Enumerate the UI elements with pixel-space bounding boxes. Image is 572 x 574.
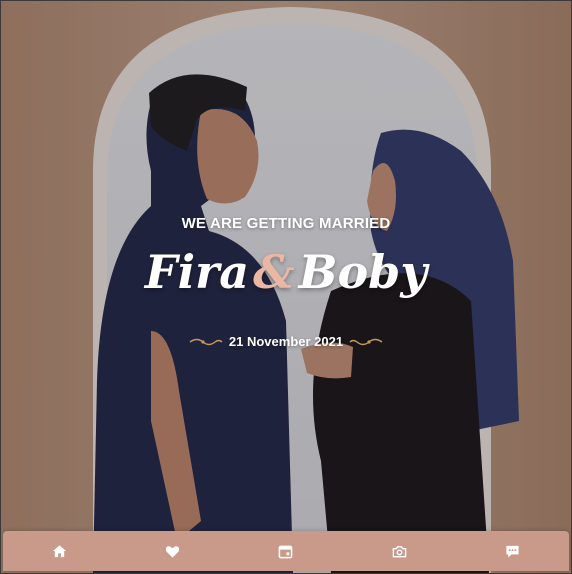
nav-home-button[interactable] [40, 536, 80, 566]
nav-couple-button[interactable] [153, 536, 193, 566]
heart-icon [166, 545, 180, 558]
ampersand: & [253, 245, 295, 299]
message-icon [506, 545, 519, 558]
flourish-right-icon [349, 338, 383, 345]
name-one: Fira [144, 245, 250, 299]
couple-names: Fira&Boby [1, 249, 571, 295]
camera-icon [392, 545, 406, 557]
hero-section: WE ARE GETTING MARRIED Fira&Boby 21 Nove… [1, 1, 571, 531]
bottom-nav [3, 531, 569, 571]
wedding-date: 21 November 2021 [228, 334, 344, 349]
home-icon [53, 544, 67, 557]
calendar-icon [279, 545, 293, 558]
nav-wishes-button[interactable] [492, 536, 532, 566]
nav-gallery-button[interactable] [379, 536, 419, 566]
hero-tagline: WE ARE GETTING MARRIED [181, 215, 391, 232]
flourish-left-icon [189, 338, 223, 345]
nav-event-button[interactable] [266, 536, 306, 566]
app-frame: WE ARE GETTING MARRIED Fira&Boby 21 Nove… [0, 0, 572, 574]
name-two: Boby [298, 245, 428, 299]
date-row: 21 November 2021 [1, 334, 571, 349]
